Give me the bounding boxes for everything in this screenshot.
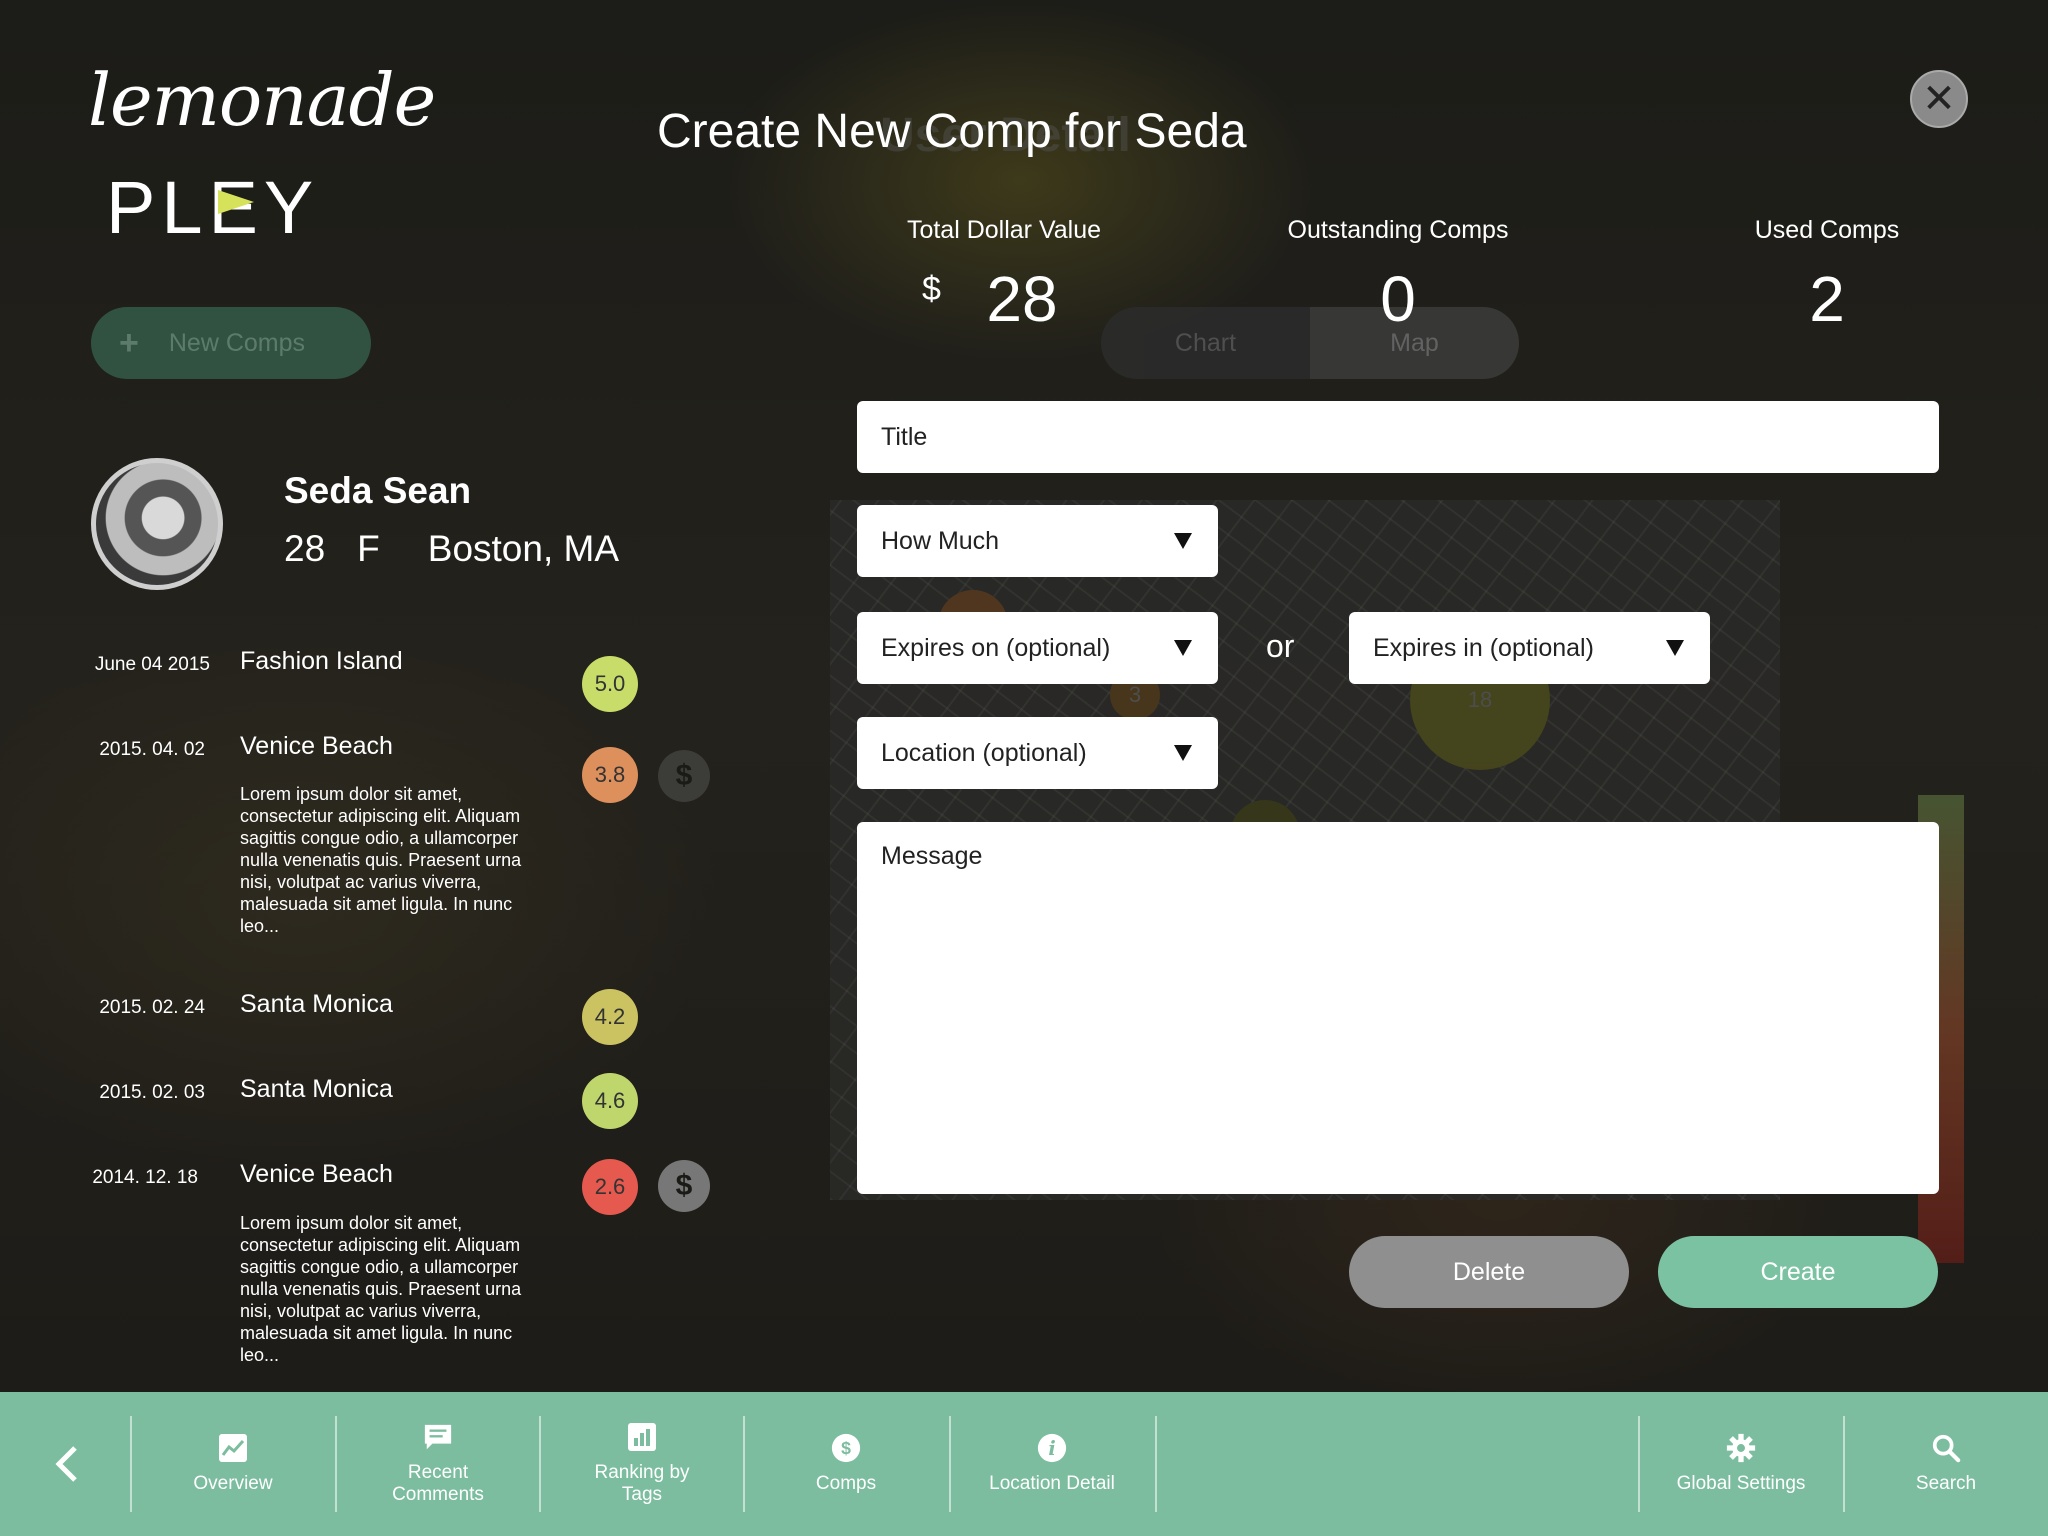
new-comps-label: New Comps [168, 328, 306, 357]
total-dollar-value: 28 [986, 263, 1058, 335]
expires-on-select[interactable]: Expires on (optional) [857, 612, 1218, 684]
user-age: 28 [284, 528, 326, 569]
user-name: Seda Sean [284, 470, 472, 511]
user-gender: F [357, 528, 380, 569]
history-date: 2014. 12. 18 [92, 1167, 198, 1188]
nav-label: Overview [193, 1473, 273, 1494]
user-location: Boston, MA [427, 528, 620, 569]
nav-label: Comps [815, 1473, 877, 1494]
score-badge: 4.2 [582, 989, 638, 1045]
history-date: 2015. 02. 03 [99, 1082, 205, 1103]
message-textarea[interactable]: Message [857, 822, 1939, 1194]
nav-ranking-by-tags[interactable]: Ranking by Tags [540, 1392, 744, 1536]
total-dollar-label: Total Dollar Value [906, 216, 1102, 244]
avatar [91, 458, 223, 590]
nav-label: Recent Comments [392, 1462, 484, 1505]
background-new-comps-button: + New Comps [91, 307, 371, 379]
score-badge: 5.0 [582, 656, 638, 712]
nav-label: Global Settings [1676, 1473, 1806, 1494]
search-icon [1931, 1433, 1961, 1463]
expires-in-select[interactable]: Expires in (optional) [1349, 612, 1710, 684]
nav-recent-comments[interactable]: Recent Comments [336, 1392, 540, 1536]
history-description: Lorem ipsum dolor sit amet, consectetur … [240, 1213, 522, 1365]
outstanding-comps-label: Outstanding Comps [1287, 216, 1509, 244]
nav-search[interactable]: Search [1844, 1392, 2048, 1536]
info-icon: i [1037, 1433, 1067, 1463]
history-description: Lorem ipsum dolor sit amet, consectetur … [240, 784, 522, 936]
score-badge: 2.6 [582, 1159, 638, 1215]
close-icon: ✕ [1922, 77, 1956, 121]
expires-in-label: Expires in (optional) [1373, 633, 1594, 662]
chevron-left-icon [55, 1446, 77, 1482]
score-badge: 4.6 [582, 1073, 638, 1129]
comment-icon [423, 1422, 453, 1452]
gear-icon [1726, 1433, 1756, 1463]
history-date: 2015. 02. 24 [99, 997, 205, 1018]
title-placeholder: Title [881, 422, 928, 451]
comp-dollar-icon[interactable]: $ [658, 750, 710, 802]
nav-label: Location Detail [989, 1473, 1115, 1494]
history-place[interactable]: Santa Monica [240, 990, 393, 1019]
nav-global-settings[interactable]: Global Settings [1639, 1392, 1843, 1536]
history-place[interactable]: Venice Beach [240, 732, 393, 761]
history-date: June 04 2015 [94, 654, 210, 675]
user-meta: 28 F Boston, MA [284, 528, 619, 570]
dollar-icon: $ [831, 1433, 861, 1463]
delete-button[interactable]: Delete [1349, 1236, 1629, 1308]
logo-flag-icon [218, 190, 254, 214]
location-label: Location (optional) [881, 738, 1087, 767]
logo-lemonade: lemonade [88, 58, 436, 142]
create-button[interactable]: Create [1658, 1236, 1938, 1308]
chart-line-icon [218, 1433, 248, 1463]
plus-icon: + [119, 323, 139, 362]
svg-text:i: i [1048, 1437, 1055, 1460]
how-much-select[interactable]: How Much [857, 505, 1218, 577]
bottom-nav: Overview Recent Comments Ranking by Tags… [0, 1392, 2048, 1536]
back-button[interactable] [44, 1434, 88, 1494]
dropdown-arrow-icon [1174, 640, 1192, 656]
used-comps-label: Used Comps [1754, 216, 1900, 244]
logo-pley: PLEY [106, 166, 320, 249]
used-comps-value: 2 [1809, 263, 1845, 335]
location-select[interactable]: Location (optional) [857, 717, 1218, 789]
history-place[interactable]: Santa Monica [240, 1075, 393, 1104]
close-button[interactable]: ✕ [1910, 70, 1968, 128]
nav-label: Ranking by Tags [594, 1462, 690, 1505]
dropdown-arrow-icon [1174, 533, 1192, 549]
nav-comps[interactable]: $ Comps [744, 1392, 948, 1536]
nav-divider [1155, 1416, 1157, 1512]
history-date: 2015. 04. 02 [99, 739, 205, 760]
bar-chart-icon [627, 1422, 657, 1452]
score-badge: 3.8 [582, 747, 638, 803]
nav-label: Search [1915, 1473, 1977, 1494]
nav-overview[interactable]: Overview [131, 1392, 335, 1536]
history-place[interactable]: Venice Beach [240, 1160, 393, 1189]
dropdown-arrow-icon [1666, 640, 1684, 656]
svg-text:$: $ [841, 1438, 851, 1458]
comp-dollar-icon[interactable]: $ [658, 1160, 710, 1212]
how-much-label: How Much [881, 526, 1000, 555]
expires-on-label: Expires on (optional) [881, 633, 1111, 662]
outstanding-comps-value: 0 [1380, 263, 1416, 335]
modal-title: Create New Comp for Seda [657, 105, 1247, 158]
title-input[interactable]: Title [857, 401, 1939, 473]
or-label: or [1266, 628, 1295, 664]
nav-location-detail[interactable]: i Location Detail [950, 1392, 1154, 1536]
history-place[interactable]: Fashion Island [240, 647, 403, 676]
message-placeholder: Message [881, 842, 983, 870]
dropdown-arrow-icon [1174, 745, 1192, 761]
